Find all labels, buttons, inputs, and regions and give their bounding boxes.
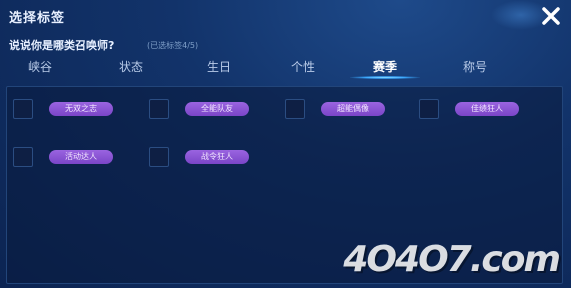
tab-xiagu[interactable]: 峡谷 [5, 58, 75, 75]
tag-row: 无双之志 全能队友 超能偶像 佳绩狂人 [7, 99, 562, 127]
close-button[interactable] [539, 4, 563, 28]
tag-checkbox[interactable] [149, 99, 169, 119]
tab-season[interactable]: 赛季 [350, 58, 420, 75]
tag-label[interactable]: 无双之志 [49, 102, 113, 116]
tag-label[interactable]: 全能队友 [185, 102, 249, 116]
dialog-header: 选择标签 [0, 0, 571, 32]
tab-personality[interactable]: 个性 [268, 58, 338, 75]
tag-option[interactable]: 无双之志 [13, 99, 143, 121]
tag-checkbox[interactable] [149, 147, 169, 167]
tab-bar: 峡谷 状态 生日 个性 赛季 称号 [0, 54, 571, 80]
tag-label[interactable]: 活动达人 [49, 150, 113, 164]
tag-option[interactable]: 活动达人 [13, 147, 143, 169]
tag-option[interactable]: 全能队友 [149, 99, 279, 121]
tag-label[interactable]: 佳绩狂人 [455, 102, 519, 116]
tab-birthday[interactable]: 生日 [184, 58, 254, 75]
question-text: 说说你是哪类召唤师? [9, 39, 115, 52]
site-watermark: 4O4O7.com [343, 239, 561, 280]
tag-checkbox[interactable] [419, 99, 439, 119]
tag-row: 活动达人 战令狂人 [7, 147, 562, 175]
active-tab-indicator [350, 76, 420, 79]
tag-checkbox[interactable] [13, 99, 33, 119]
tab-status[interactable]: 状态 [96, 58, 166, 75]
tag-option[interactable]: 超能偶像 [285, 99, 415, 121]
selected-count: (已选标签4/5) [147, 41, 199, 50]
tag-label[interactable]: 超能偶像 [321, 102, 385, 116]
tag-checkbox[interactable] [285, 99, 305, 119]
close-icon [542, 7, 560, 25]
tab-title[interactable]: 称号 [440, 58, 510, 75]
tag-option[interactable]: 战令狂人 [149, 147, 279, 169]
tag-checkbox[interactable] [13, 147, 33, 167]
tag-label[interactable]: 战令狂人 [185, 150, 249, 164]
tag-option[interactable]: 佳绩狂人 [419, 99, 549, 121]
dialog-title: 选择标签 [9, 11, 66, 26]
